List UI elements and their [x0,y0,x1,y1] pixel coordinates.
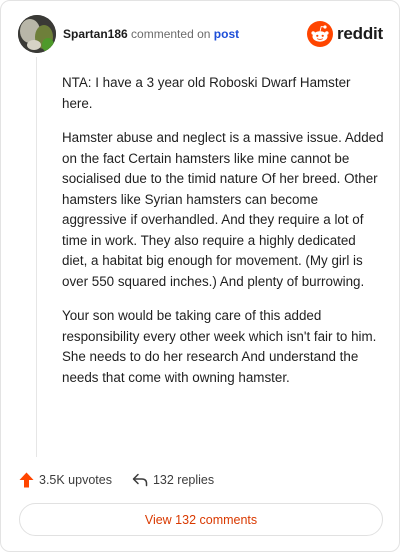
upvote-button[interactable]: 3.5K upvotes [19,472,112,488]
comment-card: Spartan186 commented on post reddit NTA:… [0,0,400,552]
comment-paragraph: Hamster abuse and neglect is a massive i… [62,130,384,289]
username-link[interactable]: Spartan186 [63,27,128,41]
comment-actions: 3.5K upvotes 132 replies [19,469,214,491]
thread-line [36,57,37,457]
reddit-wordmark: reddit [336,24,383,43]
comment-paragraph: NTA: I have a 3 year old Roboski Dwarf H… [62,75,351,111]
reply-count: 132 replies [152,473,215,487]
upvote-arrow-icon [19,472,34,488]
reddit-logo[interactable]: reddit [306,21,383,47]
comment-action-text: commented on [131,27,211,41]
comment-body: NTA: I have a 3 year old Roboski Dwarf H… [62,73,384,402]
avatar[interactable] [18,15,56,53]
comment-header: Spartan186 commented on post reddit [18,15,383,55]
reddit-logo-icon [306,21,333,47]
view-comments-button[interactable]: View 132 comments [19,503,383,536]
replies-button[interactable]: 132 replies [132,473,214,487]
upvote-count: 3.5K upvotes [39,473,112,487]
post-link[interactable]: post [214,27,239,41]
reply-arrow-icon [132,473,148,487]
comment-paragraph: Your son would be taking care of this ad… [62,308,377,385]
comment-meta: Spartan186 commented on post [63,27,239,41]
